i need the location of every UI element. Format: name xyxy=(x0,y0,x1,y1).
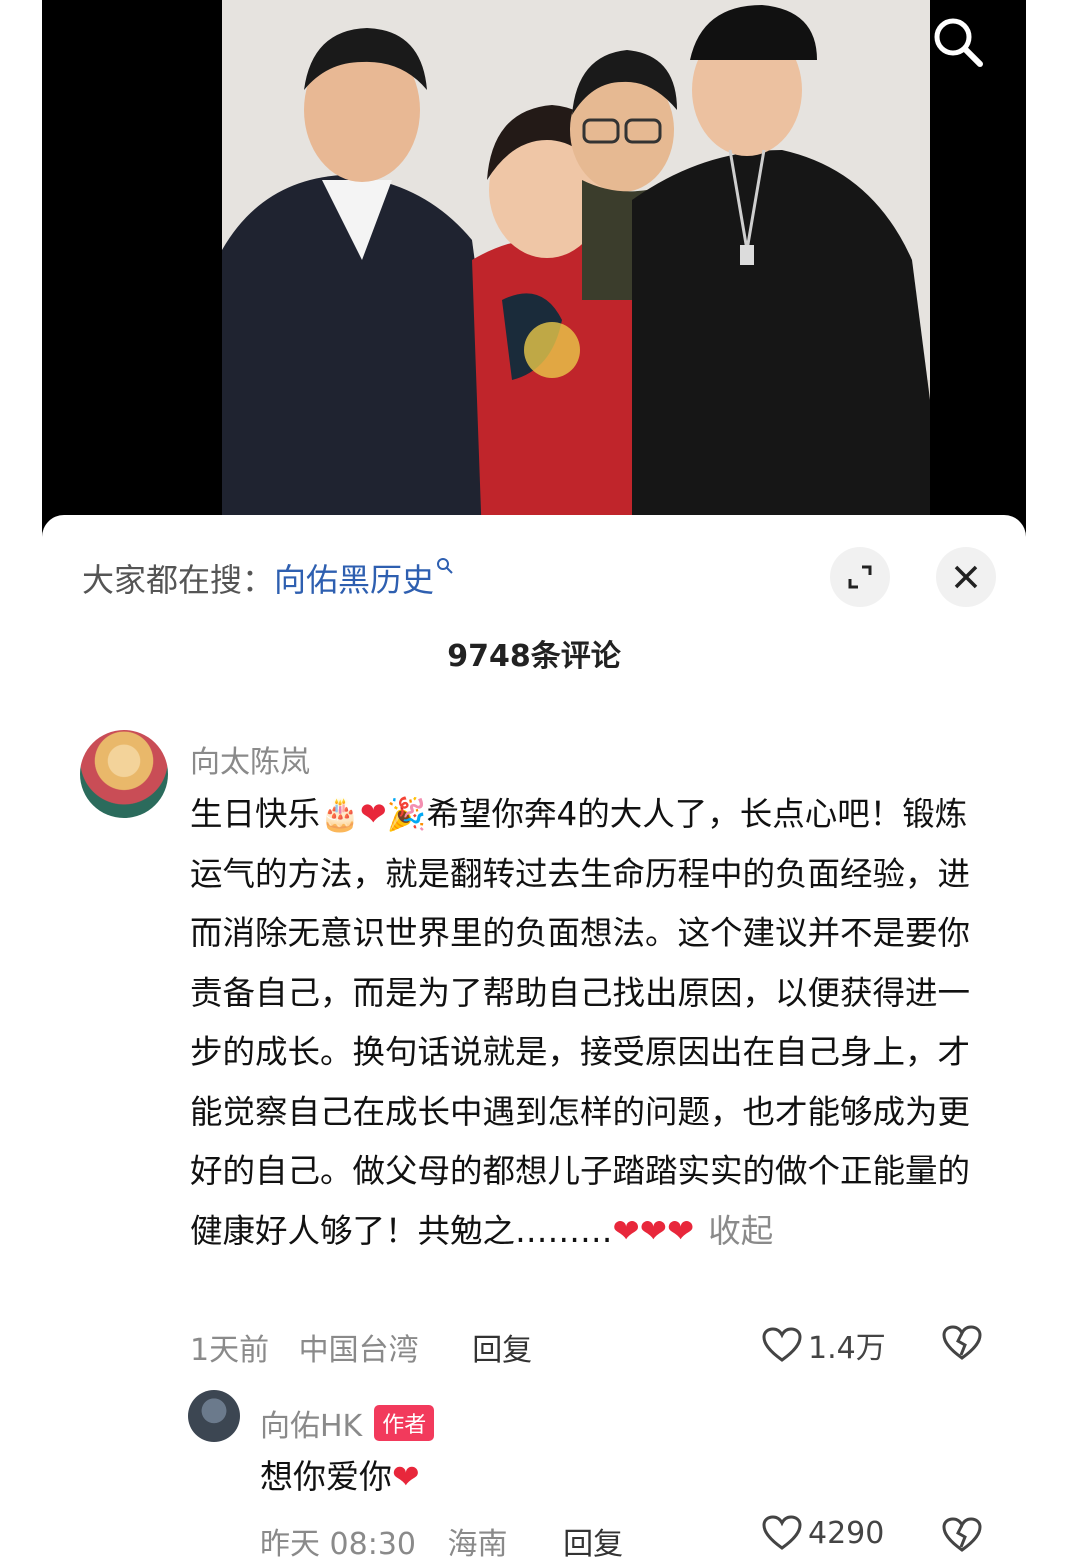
comment-username[interactable]: 向太陈岚 xyxy=(190,737,310,781)
heart-outline-icon xyxy=(762,1327,802,1362)
expand-icon xyxy=(848,565,872,589)
close-button[interactable] xyxy=(936,547,996,607)
dislike-button[interactable] xyxy=(942,1325,982,1365)
comment-count: 9748条评论 xyxy=(447,639,621,674)
avatar[interactable] xyxy=(188,1390,240,1442)
hot-search-keyword[interactable]: 向佑黑历史 xyxy=(274,555,434,601)
collapse-link[interactable]: 收起 xyxy=(708,1212,773,1250)
expand-button[interactable] xyxy=(830,547,890,607)
like-button[interactable]: 1.4万 xyxy=(762,1323,886,1367)
broken-heart-icon xyxy=(942,1517,982,1552)
reply-location: 海南 xyxy=(447,1527,508,1562)
party-popper-icon: 🎉 xyxy=(386,795,427,833)
heart-icon: ❤ xyxy=(392,1457,420,1496)
heart-icon: ❤ xyxy=(359,795,387,833)
reply-meta: 昨天 08:30 海南 回复 xyxy=(260,1519,645,1563)
cake-icon: 🎂 xyxy=(320,795,360,833)
heart-icon: ❤ xyxy=(612,1211,640,1250)
reply-time: 昨天 08:30 xyxy=(260,1527,416,1562)
reply-text: 想你爱你❤ xyxy=(260,1450,420,1498)
heart-icon: ❤ xyxy=(666,1211,695,1250)
comment-text: 生日快乐🎂❤🎉希望你奔4的大人了，长点心吧！锻炼运气的方法，就是翻转过去生命历程… xyxy=(190,785,990,1261)
reply-button[interactable]: 回复 xyxy=(563,1527,623,1562)
broken-heart-icon xyxy=(942,1325,982,1360)
small-search-icon xyxy=(436,556,454,581)
reply-button[interactable]: 回复 xyxy=(472,1333,532,1368)
comment-sheet: 大家都在搜： 向佑黑历史 9748条评论 向太陈岚 生日快乐🎂❤🎉希望你奔4的大… xyxy=(42,515,1026,1562)
hot-search-bar[interactable]: 大家都在搜： 向佑黑历史 xyxy=(82,555,454,601)
reply-username-row: 向佑HK 作者 xyxy=(260,1401,435,1445)
comment-time: 1天前 xyxy=(190,1333,270,1368)
reply-text-content: 想你爱你 xyxy=(260,1457,392,1496)
heart-outline-icon xyxy=(762,1515,802,1550)
avatar[interactable] xyxy=(80,730,168,818)
comment-meta: 1天前 中国台湾 回复 xyxy=(190,1325,552,1369)
group-photo xyxy=(222,0,930,540)
comment-text-part1: 生日快乐 xyxy=(190,795,321,833)
comment-location: 中国台湾 xyxy=(298,1333,419,1368)
dislike-button[interactable] xyxy=(942,1517,982,1557)
reply-username[interactable]: 向佑HK xyxy=(260,1401,362,1445)
like-count: 1.4万 xyxy=(808,1331,886,1366)
hot-search-prefix: 大家都在搜： xyxy=(82,561,275,599)
search-icon[interactable] xyxy=(928,12,988,72)
close-icon xyxy=(954,565,978,589)
comment-text-part2: 希望你奔4的大人了，长点心吧！锻炼运气的方法，就是翻转过去生命历程中的负面经验，… xyxy=(190,795,971,1250)
like-button[interactable]: 4290 xyxy=(762,1515,884,1551)
video-area[interactable] xyxy=(42,0,1026,540)
like-count: 4290 xyxy=(808,1515,885,1551)
heart-icon: ❤ xyxy=(639,1211,667,1250)
author-badge: 作者 xyxy=(374,1405,435,1441)
